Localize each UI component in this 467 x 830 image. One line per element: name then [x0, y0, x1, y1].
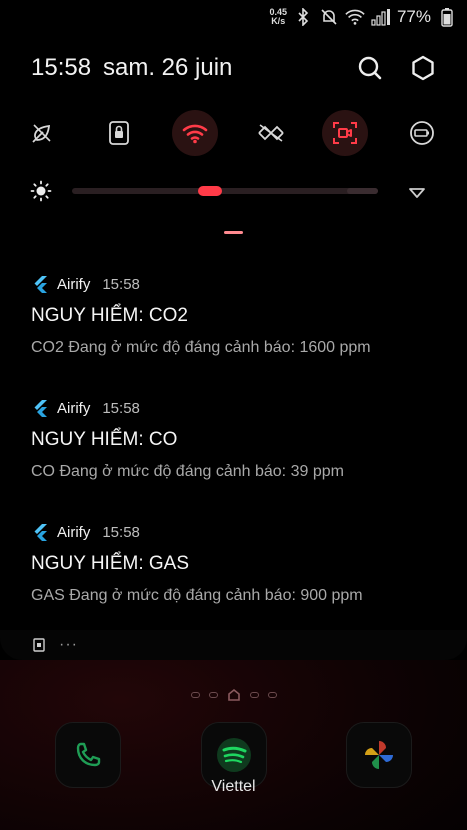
shade-drag-handle[interactable] — [224, 231, 243, 234]
notification-settings-icon[interactable] — [33, 638, 45, 652]
notification-app-name: Airify — [57, 523, 91, 541]
flutter-app-icon — [34, 276, 47, 293]
qs-screen-recorder[interactable] — [322, 110, 368, 156]
notification-footer: ··· — [33, 637, 78, 653]
network-speed: 0.45 K/s — [269, 8, 287, 26]
battery-percent: 77% — [396, 7, 431, 26]
flutter-app-icon — [34, 400, 47, 417]
brightness-slider-thumb[interactable] — [197, 186, 222, 196]
qs-battery-mode[interactable] — [399, 110, 445, 156]
page-dot — [190, 692, 200, 698]
brightness-slider-adaptive-zone — [347, 188, 378, 194]
page-dot — [208, 692, 218, 698]
qs-wifi[interactable] — [172, 110, 218, 156]
notification-title: NGUY HIỂM: CO2 — [31, 305, 188, 326]
qs-power-saving[interactable] — [19, 110, 65, 156]
bluetooth-icon — [293, 7, 313, 27]
signal-icon — [371, 7, 391, 27]
spotify-icon — [217, 738, 251, 772]
gear-icon — [412, 55, 434, 81]
battery-mode-icon — [410, 121, 434, 145]
qs-screen-lock[interactable] — [96, 110, 142, 156]
notification-app-name: Airify — [57, 275, 91, 293]
notification-time: 15:58 — [102, 399, 140, 417]
notification-card[interactable]: Airify 15:58 NGUY HIỂM: CO2 CO2 Đang ở m… — [31, 273, 451, 357]
carrier-label: Viettel — [211, 778, 256, 795]
photos-icon — [365, 741, 393, 769]
more-notifications-button[interactable]: ··· — [59, 637, 78, 653]
notification-title: NGUY HIỂM: GAS — [31, 553, 190, 574]
brightness-slider[interactable] — [72, 188, 378, 194]
network-speed-unit: K/s — [271, 16, 286, 26]
notification-body: CO2 Đang ở mức độ đáng cảnh báo: 1600 pp… — [31, 339, 371, 356]
power-saving-icon — [32, 124, 51, 143]
data-saver-icon — [258, 124, 284, 142]
settings-button[interactable] — [408, 53, 438, 83]
shade-clock[interactable]: 15:58 — [31, 54, 91, 82]
notification-time: 15:58 — [102, 275, 140, 293]
mute-icon — [319, 7, 339, 27]
notification-body: GAS Đang ở mức độ đáng cảnh báo: 900 ppm — [31, 587, 363, 604]
wifi-icon — [182, 124, 208, 144]
phone-icon — [76, 742, 101, 767]
status-bar: 0.45 K/s 77% — [269, 4, 457, 30]
page-dot — [249, 692, 259, 698]
notification-title: NGUY HIỂM: CO — [31, 429, 178, 450]
android-screen: Viettel 0.45 K/s 77% 15:58 sam. 26 juin — [0, 0, 467, 830]
notification-time: 15:58 — [102, 523, 140, 541]
screen-recorder-icon — [333, 122, 357, 144]
notification-card[interactable]: Airify 15:58 NGUY HIỂM: CO CO Đang ở mức… — [31, 397, 451, 481]
home-page-icon — [227, 688, 240, 701]
wifi-status-icon — [345, 7, 365, 27]
screen-lock-icon — [109, 121, 129, 145]
flutter-app-icon — [34, 524, 47, 541]
shade-date[interactable]: sam. 26 juin — [103, 54, 232, 82]
notification-body: CO Đang ở mức độ đáng cảnh báo: 39 ppm — [31, 463, 344, 480]
notification-card[interactable]: Airify 15:58 NGUY HIỂM: GAS GAS Đang ở m… — [31, 521, 451, 605]
page-indicator — [0, 688, 467, 702]
qs-data-saver[interactable] — [248, 110, 294, 156]
page-dot — [267, 692, 277, 698]
search-button[interactable] — [355, 53, 385, 83]
brightness-icon — [30, 180, 52, 202]
notification-app-name: Airify — [57, 399, 91, 417]
battery-icon — [437, 7, 457, 27]
chevron-down-icon[interactable] — [406, 182, 428, 204]
search-icon — [358, 56, 382, 80]
